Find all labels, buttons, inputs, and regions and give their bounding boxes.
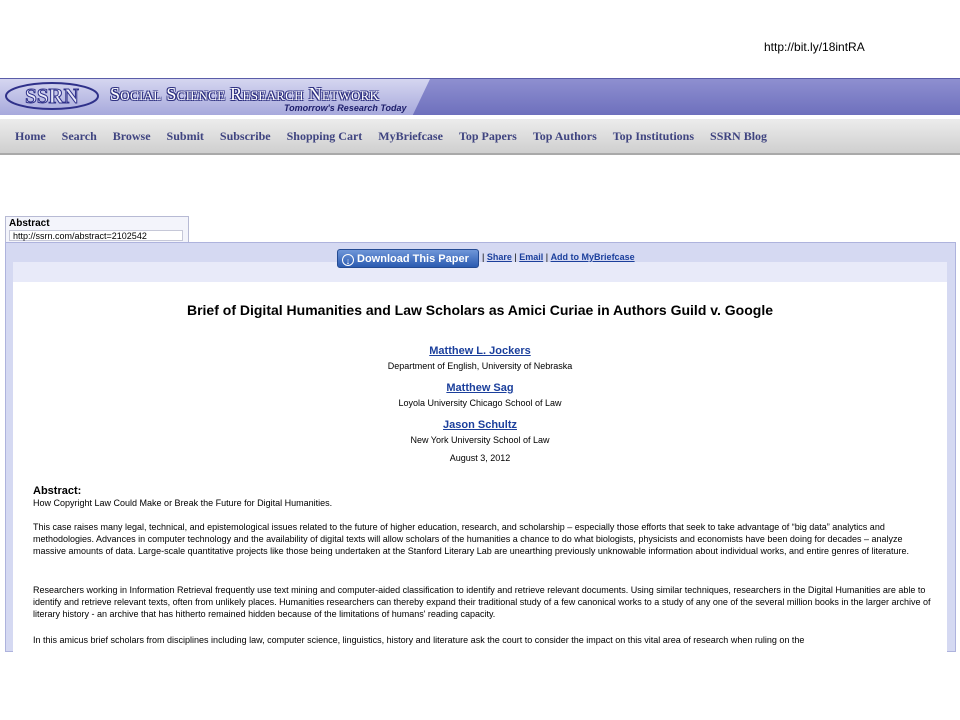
logo-text: SSRN bbox=[25, 84, 79, 108]
nav-item-ssrn-blog[interactable]: SSRN Blog bbox=[702, 129, 775, 144]
add-to-briefcase-link[interactable]: Add to MyBriefcase bbox=[551, 252, 635, 262]
author-affiliation: Department of English, University of Neb… bbox=[387, 361, 573, 371]
abstract-tab[interactable]: Abstract http://ssrn.com/abstract=210254… bbox=[5, 216, 189, 244]
abstract-tab-label: Abstract bbox=[9, 218, 50, 229]
author-link[interactable]: Jason Schultz bbox=[443, 419, 517, 431]
paper-content: Brief of Digital Humanities and Law Scho… bbox=[13, 282, 947, 652]
download-paper-label: Download This Paper bbox=[357, 253, 469, 265]
site-banner: SSRN Social Science Research Network Tom… bbox=[0, 78, 960, 115]
author-affiliation: New York University School of Law bbox=[410, 435, 550, 445]
nav-item-browse[interactable]: Browse bbox=[105, 129, 159, 144]
abstract-heading: Abstract: bbox=[33, 485, 82, 497]
abstract-url-field[interactable]: http://ssrn.com/abstract=2102542 bbox=[9, 230, 183, 241]
nav-item-subscribe[interactable]: Subscribe bbox=[212, 129, 279, 144]
abstract-subtitle: How Copyright Law Could Make or Break th… bbox=[33, 498, 333, 508]
paper-actions: | Share | Email | Add to MyBriefcase bbox=[482, 252, 635, 262]
download-arrow-icon: ↓ bbox=[342, 254, 354, 266]
nav-item-shopping-cart[interactable]: Shopping Cart bbox=[279, 129, 371, 144]
download-paper-button[interactable]: ↓ Download This Paper bbox=[337, 249, 479, 268]
nav-item-top-papers[interactable]: Top Papers bbox=[451, 129, 525, 144]
nav-item-home[interactable]: Home bbox=[7, 129, 54, 144]
abstract-paragraph: In this amicus brief scholars from disci… bbox=[33, 635, 805, 645]
abstract-paragraph: Researchers working in Information Retri… bbox=[33, 585, 931, 619]
paper-title: Brief of Digital Humanities and Law Scho… bbox=[186, 302, 774, 318]
nav-item-submit[interactable]: Submit bbox=[159, 129, 212, 144]
main-nav: Home Search Browse Submit Subscribe Shop… bbox=[0, 119, 960, 155]
site-title[interactable]: Social Science Research Network bbox=[110, 84, 379, 105]
toolbar-strip bbox=[13, 262, 947, 282]
site-tagline: Tomorrow's Research Today bbox=[284, 103, 407, 113]
ssrn-logo-icon[interactable]: SSRN bbox=[4, 81, 100, 111]
paper-date: August 3, 2012 bbox=[449, 453, 511, 463]
nav-item-top-institutions[interactable]: Top Institutions bbox=[605, 129, 702, 144]
author-block: Matthew Sag Loyola University Chicago Sc… bbox=[13, 378, 947, 408]
share-link[interactable]: Share bbox=[487, 252, 512, 262]
author-block: Matthew L. Jockers Department of English… bbox=[13, 341, 947, 371]
nav-item-top-authors[interactable]: Top Authors bbox=[525, 129, 605, 144]
author-affiliation: Loyola University Chicago School of Law bbox=[398, 398, 562, 408]
author-block: Jason Schultz New York University School… bbox=[13, 415, 947, 445]
author-link[interactable]: Matthew L. Jockers bbox=[429, 345, 530, 357]
shortlink-text: http://bit.ly/18intRA bbox=[764, 40, 865, 54]
author-link[interactable]: Matthew Sag bbox=[446, 382, 513, 394]
nav-item-search[interactable]: Search bbox=[54, 129, 105, 144]
email-link[interactable]: Email bbox=[519, 252, 543, 262]
nav-item-mybriefcase[interactable]: MyBriefcase bbox=[370, 129, 451, 144]
abstract-paragraph: This case raises many legal, technical, … bbox=[33, 522, 910, 556]
